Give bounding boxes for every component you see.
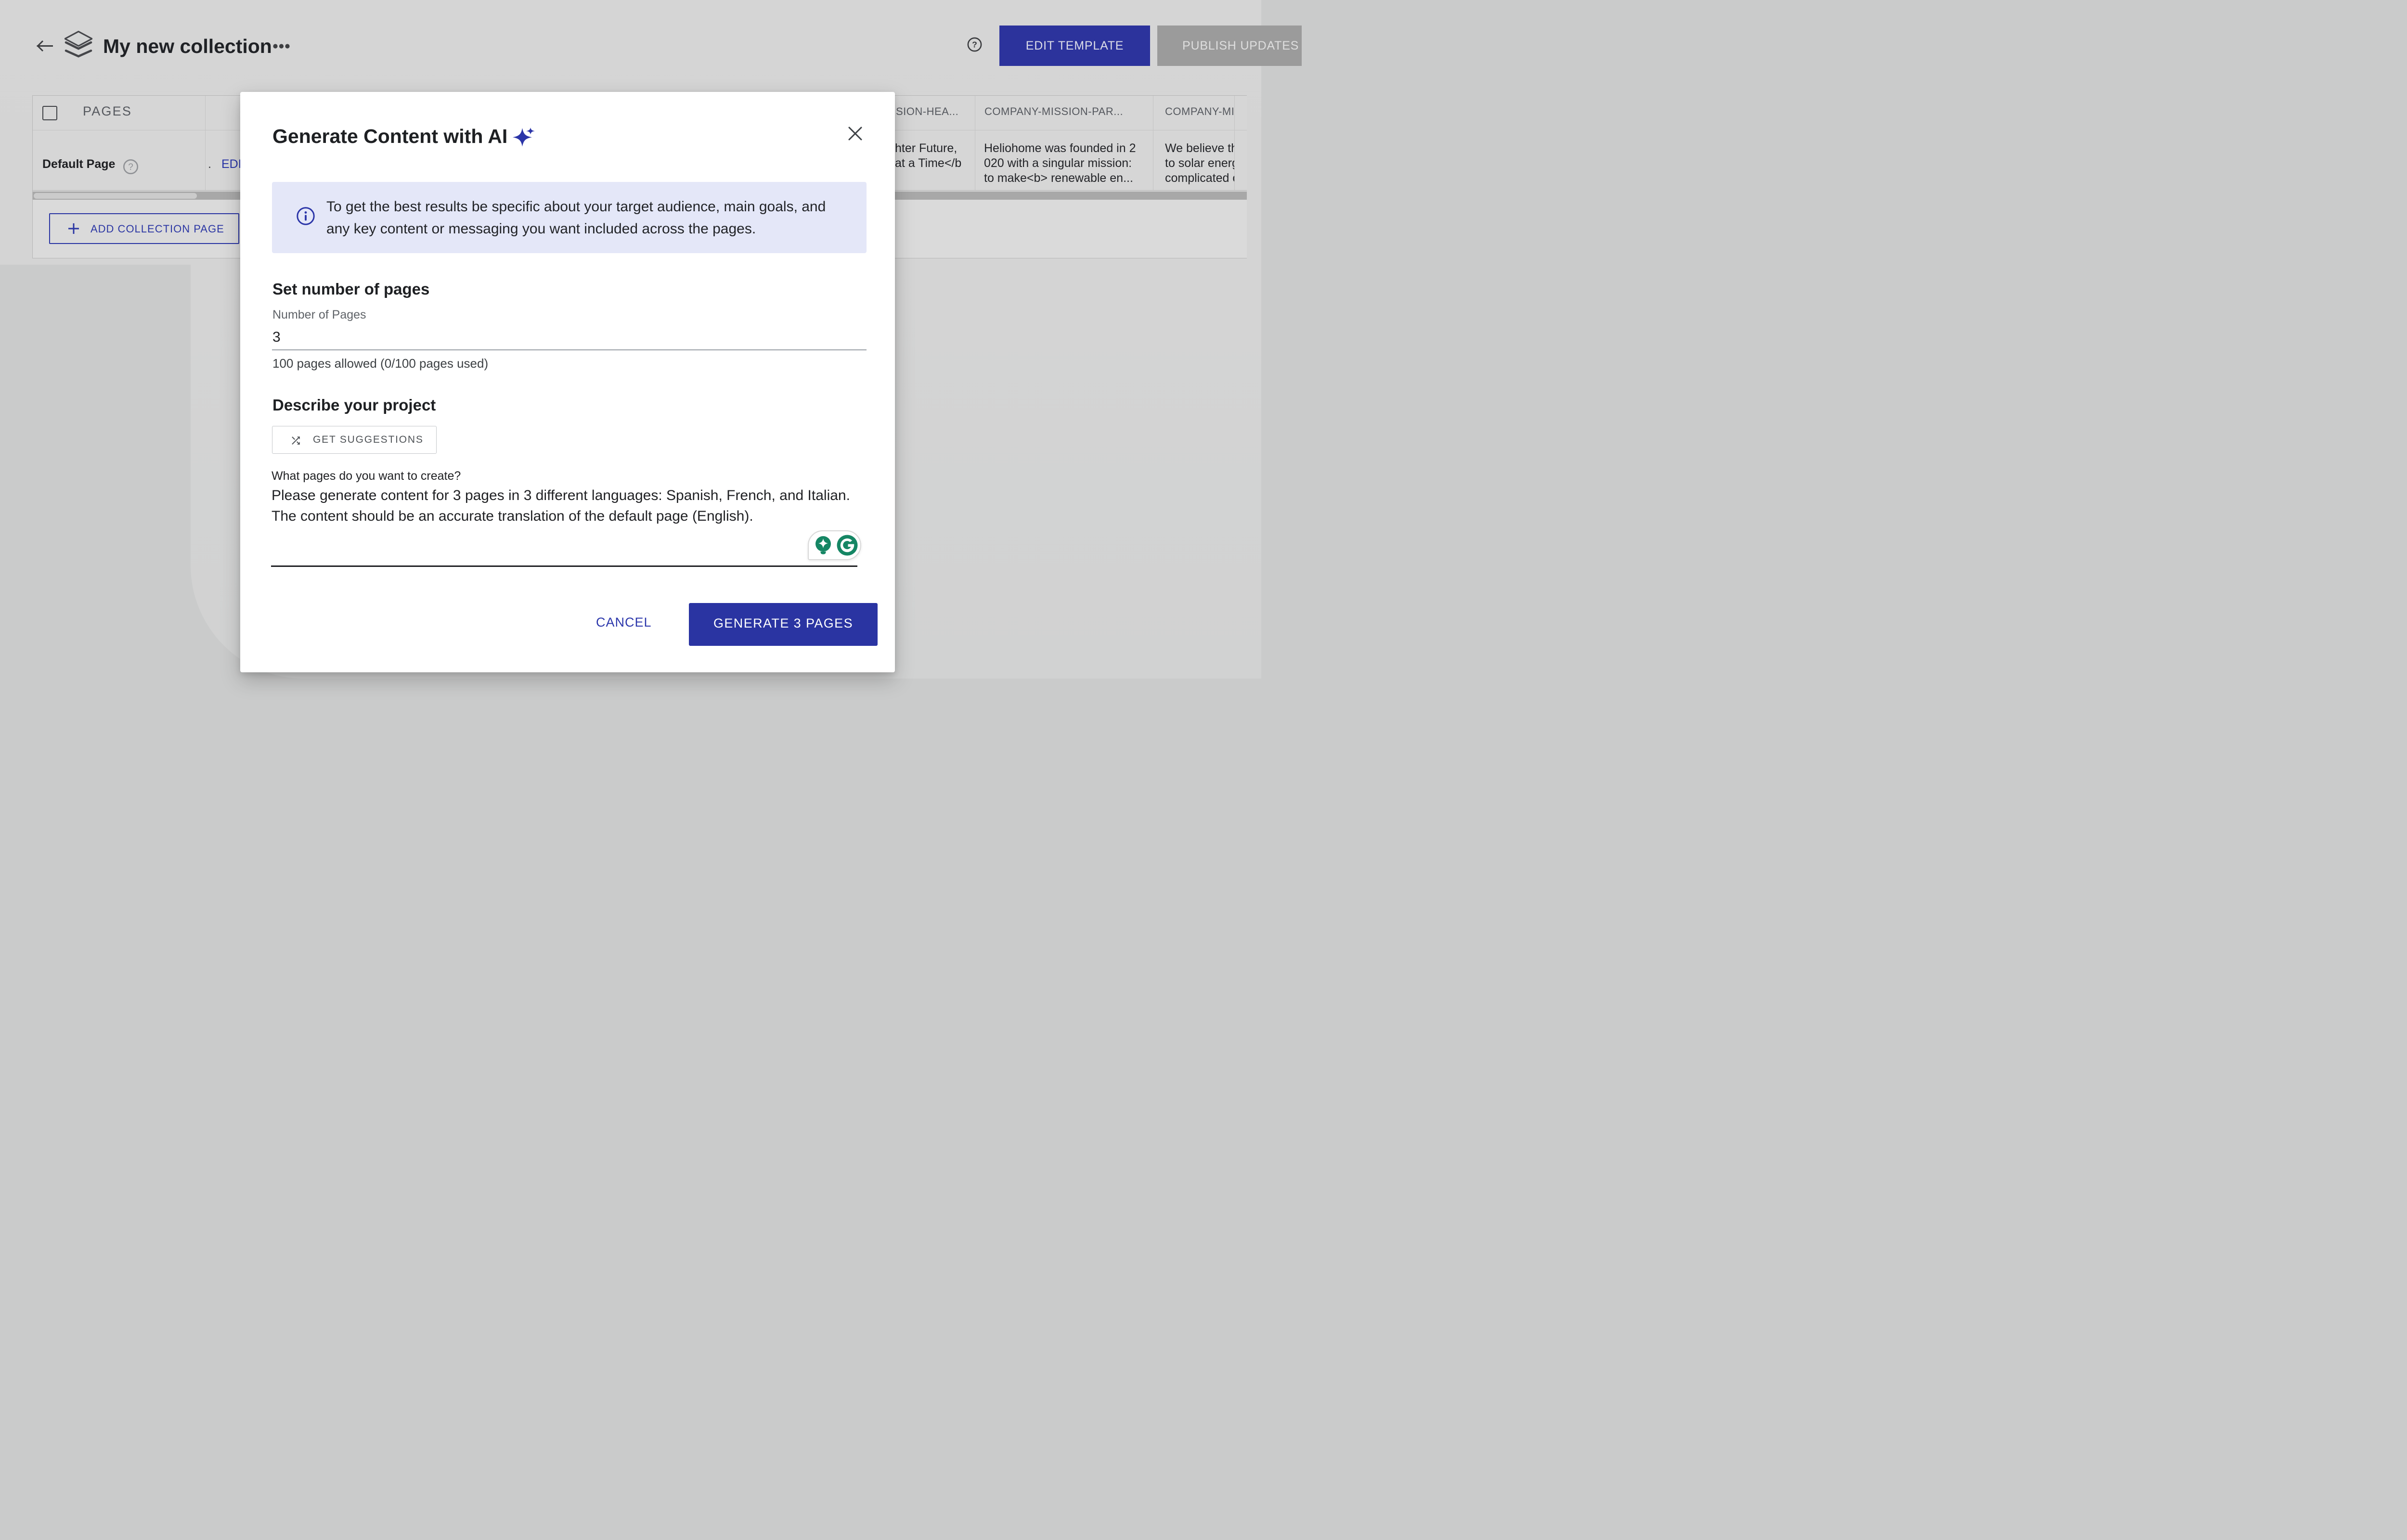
svg-text:?: ?: [128, 162, 133, 172]
svg-text:?: ?: [972, 40, 977, 50]
